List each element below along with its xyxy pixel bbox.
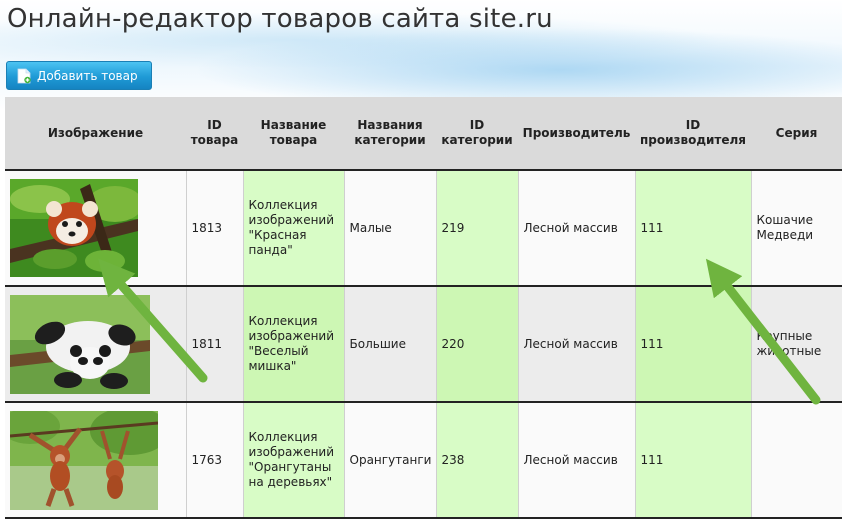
column-header-name[interactable]: Название товара <box>243 97 344 171</box>
column-header-manufacturer-id[interactable]: ID производителя <box>635 97 751 171</box>
product-id-cell[interactable]: 1763 <box>186 402 244 519</box>
column-header-image[interactable]: Изображение <box>5 97 186 171</box>
category-id-cell[interactable]: 219 <box>436 170 519 287</box>
column-header-series[interactable]: Серия <box>751 97 842 171</box>
image-cell[interactable] <box>5 402 187 519</box>
category-id-cell[interactable]: 238 <box>436 402 519 519</box>
products-table: Изображение ID товара Название товара На… <box>5 97 842 519</box>
manufacturer-cell[interactable]: Лесной массив <box>518 286 636 403</box>
product-name-cell[interactable]: Коллекция изображений "Красная панда" <box>243 170 345 287</box>
add-product-button[interactable]: Добавить товар <box>6 61 152 90</box>
page-title: Онлайн-редактор товаров сайта site.ru <box>7 4 553 34</box>
image-cell[interactable] <box>5 286 187 403</box>
products-table-container[interactable]: Изображение ID товара Название товара На… <box>5 97 842 519</box>
manufacturer-cell[interactable]: Лесной массив <box>518 170 636 287</box>
series-cell[interactable]: Кошачие Медведи <box>751 170 842 287</box>
column-header-id[interactable]: ID товара <box>186 97 243 171</box>
product-name-cell[interactable]: Коллекция изображений "Орангутаны на дер… <box>243 402 345 519</box>
red-panda-photo[interactable] <box>10 179 138 277</box>
category-name-cell[interactable]: Орангутанги <box>344 402 437 519</box>
add-document-icon <box>17 68 31 83</box>
category-id-cell[interactable]: 220 <box>436 286 519 403</box>
series-cell[interactable] <box>751 402 842 519</box>
column-header-category-id[interactable]: ID категории <box>436 97 518 171</box>
product-name-cell[interactable]: Коллекция изображений "Веселый мишка" <box>243 286 345 403</box>
image-cell[interactable] <box>5 170 187 287</box>
orangutan-photo[interactable] <box>10 410 158 510</box>
category-name-cell[interactable]: Малые <box>344 170 437 287</box>
series-cell[interactable]: Крупные животные <box>751 286 842 403</box>
manufacturer-cell[interactable]: Лесной массив <box>518 402 636 519</box>
product-id-cell[interactable]: 1811 <box>186 286 244 403</box>
table-row[interactable]: 1763 Коллекция изображений "Орангутаны н… <box>5 402 842 519</box>
table-row[interactable]: 1811 Коллекция изображений "Веселый мишк… <box>5 286 842 403</box>
column-header-category[interactable]: Названия категории <box>344 97 436 171</box>
table-header-row: Изображение ID товара Название товара На… <box>5 97 842 171</box>
manufacturer-id-cell[interactable]: 111 <box>635 286 752 403</box>
category-name-cell[interactable]: Большие <box>344 286 437 403</box>
table-row[interactable]: 1813 Коллекция изображений "Красная панд… <box>5 170 842 287</box>
product-id-cell[interactable]: 1813 <box>186 170 244 287</box>
manufacturer-id-cell[interactable]: 111 <box>635 170 752 287</box>
manufacturer-id-cell[interactable]: 111 <box>635 402 752 519</box>
panda-photo[interactable] <box>10 294 150 394</box>
column-header-manufacturer[interactable]: Производитель <box>518 97 635 171</box>
add-product-label: Добавить товар <box>37 68 138 83</box>
